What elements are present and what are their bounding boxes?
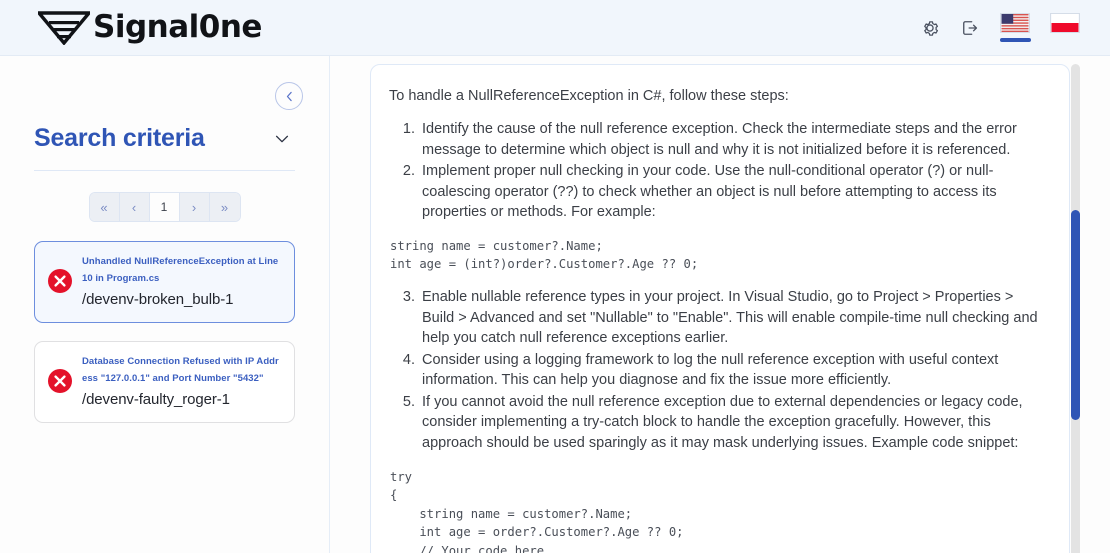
result-card-selected[interactable]: Unhandled NullReferenceException at Line… (34, 241, 295, 323)
search-results-list: Unhandled NullReferenceException at Line… (34, 241, 295, 423)
pagination: « ‹ 1 › » (34, 193, 295, 221)
sidebar: Search criteria « ‹ 1 › » (0, 56, 330, 553)
brand-name: Signal0ne (93, 12, 262, 43)
answer-panel: To handle a NullReferenceException in C#… (370, 64, 1070, 553)
step-item: Consider using a logging framework to lo… (419, 350, 1043, 391)
step-item: Implement proper null checking in your c… (419, 161, 1043, 223)
code-block-null-conditional: string name = customer?.Name; int age = … (389, 237, 1043, 274)
pagination-next[interactable]: › (180, 193, 210, 221)
error-circle-icon (47, 268, 73, 294)
step-item: If you cannot avoid the null reference e… (419, 392, 1043, 454)
signal-chevron-logo-icon (38, 11, 90, 45)
vertical-scrollbar-track[interactable] (1071, 64, 1080, 553)
logout-icon[interactable] (960, 18, 980, 38)
back-button[interactable] (275, 82, 303, 110)
search-criteria-title: Search criteria (34, 124, 205, 153)
pagination-first[interactable]: « (90, 193, 120, 221)
result-path: /devenv-faulty_roger-1 (82, 391, 282, 408)
step-item: Enable nullable reference types in your … (419, 287, 1043, 349)
result-title: Database Connection Refused with IP Addr… (82, 354, 282, 387)
result-card[interactable]: Database Connection Refused with IP Addr… (34, 341, 295, 423)
arrow-left-icon (283, 90, 296, 103)
header-actions (920, 13, 1080, 42)
app-root: Signal0ne (0, 0, 1110, 553)
language-active-indicator (1000, 38, 1031, 42)
result-path: /devenv-broken_bulb-1 (82, 291, 282, 308)
steps-list-part-two: Enable nullable reference types in your … (389, 287, 1043, 454)
gear-icon[interactable] (920, 18, 940, 38)
body-area: Search criteria « ‹ 1 › » (0, 56, 1110, 553)
language-polish[interactable] (1050, 13, 1080, 42)
result-title: Unhandled NullReferenceException at Line… (82, 254, 282, 287)
pagination-last[interactable]: » (210, 193, 240, 221)
pl-flag-icon (1050, 13, 1080, 33)
app-header: Signal0ne (0, 0, 1110, 56)
search-criteria-toggle[interactable]: Search criteria (34, 124, 295, 153)
answer-intro: To handle a NullReferenceException in C#… (389, 86, 1043, 107)
steps-list-part-one: Identify the cause of the null reference… (389, 119, 1043, 223)
error-circle-icon (47, 368, 73, 394)
main-content: To handle a NullReferenceException in C#… (330, 56, 1110, 553)
sidebar-divider (34, 170, 295, 171)
chevron-down-icon (273, 130, 291, 148)
step-item: Identify the cause of the null reference… (419, 119, 1043, 160)
language-english[interactable] (1000, 13, 1030, 42)
brand-logo[interactable]: Signal0ne (38, 11, 262, 45)
code-block-try-catch: try { string name = customer?.Name; int … (389, 468, 1043, 553)
pagination-prev[interactable]: ‹ (120, 193, 150, 221)
us-flag-icon (1000, 13, 1030, 33)
vertical-scrollbar-thumb[interactable] (1071, 210, 1080, 420)
pagination-page-1[interactable]: 1 (150, 193, 180, 221)
